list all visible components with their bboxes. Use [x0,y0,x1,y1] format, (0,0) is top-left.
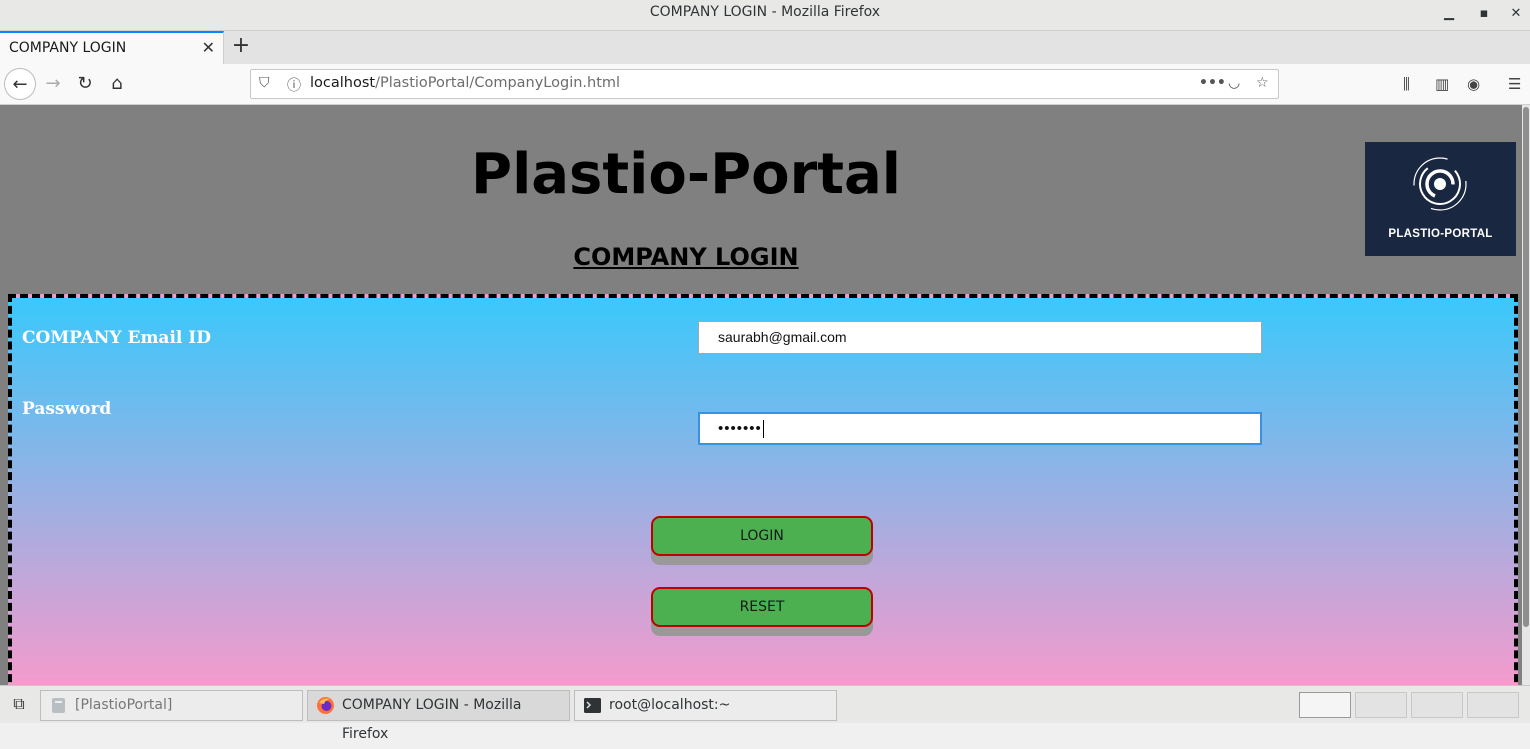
info-icon[interactable]: ⓘ [287,75,301,95]
swirl-logo-icon [1413,157,1467,211]
workspace-1[interactable] [1299,692,1351,718]
page-content: Plastio-Portal COMPANY LOGIN PLASTIO-POR… [0,105,1522,685]
library-icon[interactable]: ⫼ [1403,75,1410,93]
maximize-icon[interactable]: ▪ [1472,3,1496,25]
text-caret [762,420,764,439]
email-value: saurabh@gmail.com [718,329,847,345]
password-field[interactable]: ••••••• [698,412,1262,445]
home-icon[interactable]: ⌂ [101,68,133,100]
login-button[interactable]: LOGIN [651,516,873,556]
taskbar-item-label: COMPANY LOGIN - Mozilla Firefox [342,697,522,742]
url-text[interactable]: localhost/PlastioPortal/CompanyLogin.htm… [310,75,620,91]
email-label: COMPANY Email ID [22,328,211,348]
bookmark-star-icon[interactable]: ☆ [1256,75,1269,91]
pocket-icon[interactable]: ◡ [1228,75,1240,91]
taskbar-item-label: [PlastioPortal] [75,697,173,713]
sidebar-icon[interactable]: ▥ [1435,75,1449,93]
show-desktop-icon[interactable]: ⧉ [6,694,32,718]
url-bar[interactable]: ⛉ ⓘ localhost/PlastioPortal/CompanyLogin… [250,69,1279,99]
tab-strip: COMPANY LOGIN ✕ + [0,31,1530,64]
page-actions-icon[interactable]: ••• [1199,75,1226,91]
menu-icon[interactable]: ☰ [1508,75,1521,93]
taskbar-item-firefox[interactable]: COMPANY LOGIN - Mozilla Firefox [307,690,570,742]
minimize-icon[interactable]: ▁ [1437,3,1461,25]
url-path: /PlastioPortal/CompanyLogin.html [375,75,621,91]
window-titlebar: COMPANY LOGIN - Mozilla Firefox ▁ ▪ ✕ [0,0,1530,31]
navigation-toolbar: ← → ↻ ⌂ ⛉ ⓘ localhost/PlastioPortal/Comp… [0,64,1530,105]
window-title: COMPANY LOGIN - Mozilla Firefox [649,4,881,20]
url-host: localhost [310,75,376,91]
taskbar-item-file-manager[interactable]: [PlastioPortal] [40,690,303,721]
shield-icon[interactable]: ⛉ [259,75,270,91]
reload-icon[interactable]: ↻ [69,68,101,100]
new-tab-icon[interactable]: + [228,34,254,60]
password-value: ••••••• [718,420,762,437]
page-subtitle: COMPANY LOGIN [573,243,799,271]
taskbar-item-terminal[interactable]: root@localhost:~ [574,690,837,721]
login-form: COMPANY Email ID saurabh@gmail.com Passw… [8,294,1518,685]
taskbar: ⧉ [PlastioPortal] COMPANY LOGIN - Mozill… [0,685,1530,742]
logo: PLASTIO-PORTAL [1365,142,1516,256]
scrollbar-thumb[interactable] [1523,107,1529,627]
email-field[interactable]: saurabh@gmail.com [698,321,1262,354]
workspace-2[interactable] [1355,692,1407,718]
close-window-icon[interactable]: ✕ [1504,3,1528,25]
page-scrollbar[interactable] [1522,105,1530,685]
firefox-icon [317,697,334,714]
terminal-icon [584,698,601,713]
back-arrow-icon[interactable]: ← [4,68,36,100]
password-label: Password [22,399,112,419]
tab-label: COMPANY LOGIN [9,40,127,56]
browser-tab[interactable]: COMPANY LOGIN ✕ [0,31,224,64]
forward-arrow-icon[interactable]: → [37,68,69,100]
workspace-3[interactable] [1411,692,1463,718]
close-tab-icon[interactable]: ✕ [202,38,215,57]
taskbar-item-label: root@localhost:~ [609,697,731,713]
site-title: Plastio-Portal [471,142,901,207]
logo-text: PLASTIO-PORTAL [1388,228,1493,240]
reset-button[interactable]: RESET [651,587,873,627]
account-icon[interactable]: ◉ [1467,75,1480,93]
file-manager-icon [52,698,65,713]
workspace-4[interactable] [1467,692,1519,718]
